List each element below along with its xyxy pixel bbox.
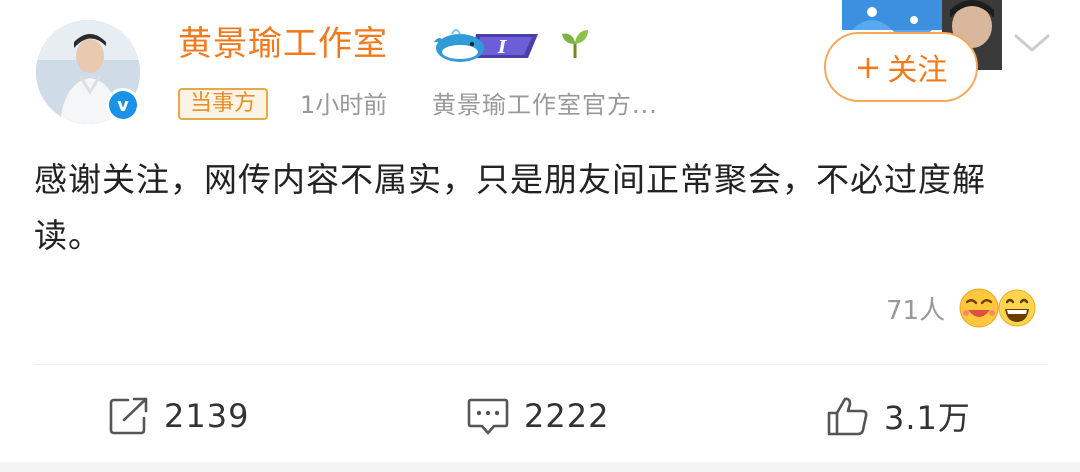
- sprout-icon: [560, 26, 590, 60]
- chevron-down-icon[interactable]: [1012, 28, 1052, 56]
- plus-icon: +: [854, 48, 882, 86]
- like-count: 3.1万: [884, 399, 971, 437]
- reaction-emojis: [959, 288, 1036, 328]
- repost-button[interactable]: 2139: [108, 394, 249, 438]
- comment-button[interactable]: 2222: [466, 394, 609, 438]
- bottom-separator: [0, 462, 1080, 472]
- follow-button-label: 关注: [887, 53, 948, 88]
- svg-text:I: I: [497, 37, 507, 58]
- post-content: 感谢关注，网传内容不属实，只是朋友间正常聚会，不必过度解读。: [34, 160, 986, 255]
- verified-badge: v: [106, 88, 140, 122]
- like-icon: [827, 397, 868, 436]
- whale-badge-icon[interactable]: I: [432, 24, 544, 66]
- repost-icon: [109, 397, 148, 435]
- laugh-emoji-icon: [959, 288, 999, 328]
- like-button[interactable]: 3.1万: [826, 394, 971, 438]
- verified-icon: v: [109, 91, 137, 119]
- comment-count: 2222: [524, 397, 610, 435]
- post-time: 1小时前: [300, 91, 388, 119]
- username[interactable]: 黄景瑜工作室: [178, 22, 388, 66]
- reactions[interactable]: 71人: [886, 288, 1039, 328]
- divider: [34, 364, 1046, 365]
- post-source[interactable]: 黄景瑜工作室官方...: [432, 88, 658, 122]
- repost-count: 2139: [164, 397, 250, 435]
- follow-button[interactable]: + 关注: [824, 32, 978, 102]
- reaction-count: 71人: [886, 295, 946, 326]
- comment-icon: [467, 398, 509, 435]
- status-tag: 当事方: [178, 88, 269, 120]
- grin-emoji-icon: [998, 289, 1036, 327]
